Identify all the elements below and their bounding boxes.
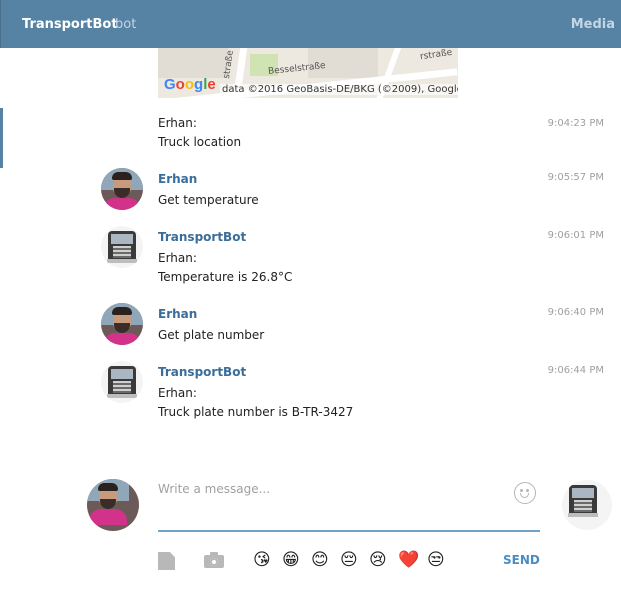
message-text: Get temperature (158, 193, 259, 207)
send-button[interactable]: SEND (503, 553, 540, 567)
message-time: 9:06:01 PM (547, 230, 604, 241)
truck-avatar[interactable] (101, 226, 143, 268)
message-sender[interactable]: TransportBot (158, 365, 246, 379)
emoji-pensive[interactable]: 😔 (340, 550, 358, 570)
message-time: 9:04:23 PM (547, 118, 604, 129)
media-button[interactable]: Media (571, 17, 615, 32)
message-time: 9:06:44 PM (547, 365, 604, 376)
map-block (158, 48, 228, 78)
smiley-icon[interactable] (514, 482, 536, 504)
message-input-area (158, 478, 540, 532)
message-sender[interactable]: Erhan (158, 307, 197, 321)
selected-message-indicator (0, 108, 3, 168)
message-text: Truck plate number is B-TR-3427 (158, 405, 354, 419)
message-time: 9:06:40 PM (547, 307, 604, 318)
message-text: Erhan: (158, 386, 197, 400)
user-avatar[interactable] (101, 303, 143, 345)
message-sender[interactable]: Erhan (158, 172, 197, 186)
my-avatar[interactable] (87, 479, 139, 531)
chat-title[interactable]: TransportBot (22, 17, 118, 32)
map-street-label: rstraße (419, 48, 453, 63)
emoji-heart[interactable]: ❤️ (398, 550, 419, 570)
emoji-grin[interactable]: 😁 (282, 550, 300, 570)
camera-icon[interactable] (204, 552, 224, 568)
message-text: Truck location (158, 135, 242, 149)
message-text: Erhan: (158, 116, 197, 130)
location-map[interactable]: straße Besselstraße rstraße Google data … (158, 48, 458, 98)
message-sender[interactable]: TransportBot (158, 230, 246, 244)
map-attribution: data ©2016 GeoBasis-DE/BKG (©2009), Goog… (220, 84, 458, 95)
attach-file-icon[interactable] (158, 552, 175, 570)
emoji-unamused[interactable]: 😒 (427, 550, 445, 570)
message-text: Erhan: (158, 251, 197, 265)
message-text: Temperature is 26.8°C (158, 270, 293, 284)
google-logo: Google (164, 76, 216, 93)
truck-avatar[interactable] (101, 361, 143, 403)
message-input[interactable] (158, 482, 498, 496)
message-text: Get plate number (158, 328, 265, 342)
emoji-cry[interactable]: 😢 (369, 550, 387, 570)
emoji-kiss[interactable]: 😘 (253, 550, 271, 570)
peer-avatar[interactable] (562, 480, 612, 530)
emoji-smile[interactable]: 😊 (311, 550, 329, 570)
chat-subtitle: bot (115, 17, 137, 32)
user-avatar[interactable] (101, 168, 143, 210)
message-time: 9:05:57 PM (547, 172, 604, 183)
chat-header: TransportBot bot Media (0, 0, 621, 48)
